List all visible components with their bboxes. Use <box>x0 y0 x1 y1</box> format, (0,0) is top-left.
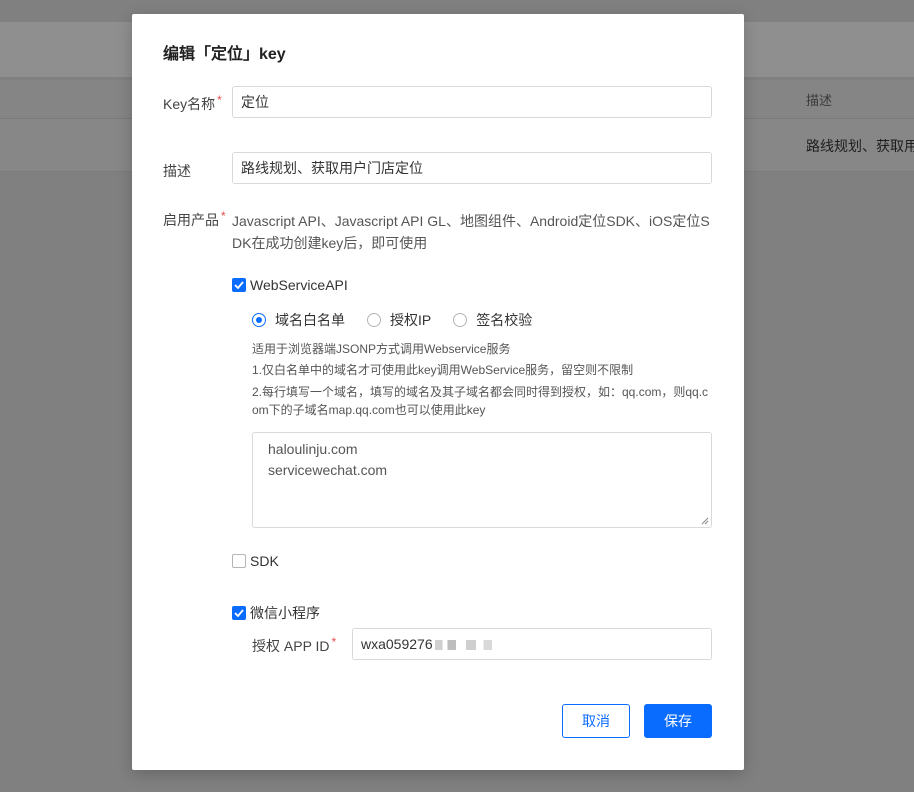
products-description: Javascript API、Javascript API GL、地图组件、An… <box>232 213 710 251</box>
required-asterisk: * <box>217 93 222 107</box>
checkbox-unchecked-icon <box>232 554 246 568</box>
radio-unselected-icon <box>367 313 381 327</box>
webservice-auth-radio-group: 域名白名单 授权IP 签名校验 <box>252 310 554 330</box>
wechat-miniprogram-checkbox[interactable]: 微信小程序 <box>232 603 320 623</box>
required-asterisk: * <box>221 209 226 223</box>
radio-label: 域名白名单 <box>275 312 345 328</box>
webservice-api-label: WebServiceAPI <box>250 277 348 293</box>
save-button[interactable]: 保存 <box>644 704 712 738</box>
redacted-blur <box>434 640 497 651</box>
app-id-label: 授权 APP ID * <box>252 635 337 654</box>
domain-line: servicewechat.com <box>268 462 388 478</box>
cancel-button[interactable]: 取消 <box>562 704 630 738</box>
edit-key-dialog: 编辑「定位」key Key名称 * 定位 描述 路线规划、获取用户门店定位 启用产… <box>132 14 744 770</box>
background-table-cell: 路线规划、获取用 <box>806 138 914 154</box>
dialog-title: 编辑「定位」key <box>163 46 286 63</box>
required-asterisk: * <box>331 635 337 649</box>
description-input[interactable]: 路线规划、获取用户门店定位 <box>232 152 712 184</box>
app-id-value: wxa059276 <box>361 636 433 652</box>
domain-whitelist-textarea[interactable]: haloulinju.com servicewechat.com <box>252 432 712 528</box>
key-name-input[interactable]: 定位 <box>232 86 712 118</box>
domain-line: haloulinju.com <box>268 441 358 457</box>
sdk-label: SDK <box>250 553 279 569</box>
sdk-checkbox[interactable]: SDK <box>232 553 279 569</box>
radio-selected-icon <box>252 313 266 327</box>
resize-handle-icon[interactable] <box>701 517 709 525</box>
app-id-input[interactable]: wxa059276 <box>352 628 712 660</box>
radio-signature-check[interactable]: 签名校验 <box>453 310 532 330</box>
products-label: 启用产品 * <box>163 209 226 228</box>
description-label: 描述 <box>163 163 191 179</box>
webservice-api-checkbox[interactable]: WebServiceAPI <box>232 277 348 293</box>
radio-domain-whitelist[interactable]: 域名白名单 <box>252 310 345 330</box>
webservice-hint-3: 2.每行填写一个域名，填写的域名及其子域名都会同时得到授权，如：qq.com，则… <box>252 385 709 417</box>
webservice-hint-2: 1.仅白名单中的域名才可使用此key调用WebService服务，留空则不限制 <box>252 363 634 377</box>
webservice-hint-1: 适用于浏览器端JSONP方式调用Webservice服务 <box>252 342 511 356</box>
checkbox-checked-icon <box>232 606 246 620</box>
background-column-header: 描述 <box>806 93 833 108</box>
radio-label: 签名校验 <box>476 312 533 328</box>
radio-unselected-icon <box>453 313 468 327</box>
radio-label: 授权IP <box>390 312 432 328</box>
key-name-label: Key名称 * <box>163 93 222 112</box>
radio-authorized-ip[interactable]: 授权IP <box>367 310 431 330</box>
wechat-miniprogram-label: 微信小程序 <box>250 605 320 621</box>
checkbox-checked-icon <box>232 278 246 292</box>
